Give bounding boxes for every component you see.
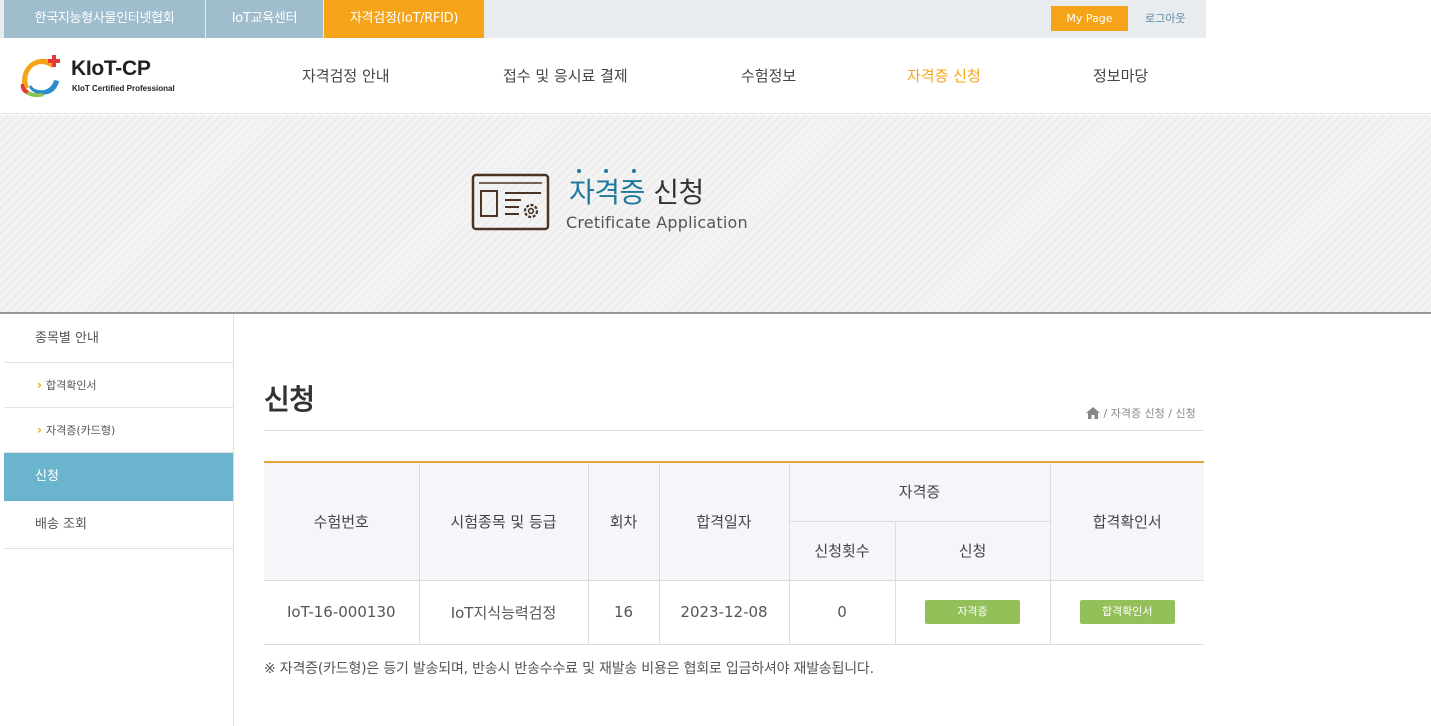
sidebar-item-label: 종목별 안내 <box>35 331 99 346</box>
nav-info-board[interactable]: 정보마당 <box>1093 65 1148 86</box>
table-row: IoT-16-000130 IoT지식능력검정 16 2023-12-08 0 … <box>264 579 1204 645</box>
breadcrumb: / 자격증 신청 / 신청 <box>1086 405 1196 421</box>
logout-link[interactable]: 로그아웃 <box>1145 6 1185 31</box>
top-bar: 한국지능형사물인터넷협회 IoT교육센터 자격검정(IoT/RFID) My P… <box>0 0 1431 38</box>
site-header: IoT KIoT-CP KIoT Certified Professional … <box>0 38 1431 114</box>
header-pass-confirmation: 합격확인서 <box>1049 461 1204 581</box>
hero-title: 자격증 신청 <box>569 171 704 211</box>
hero-title-rest: 신청 <box>653 176 704 209</box>
logo-subtitle: KIoT Certified Professional <box>72 84 175 93</box>
certificate-result-table: 수험번호 시험종목 및 등급 회차 합격일자 자격증 합격확인서 신청횟수 신청… <box>264 461 1204 645</box>
sidebar-item-label: 신청 <box>35 469 59 484</box>
certificate-icon <box>471 173 550 231</box>
sidebar-item-delivery-tracking[interactable]: 배송 조회 <box>4 501 233 549</box>
hero-banner: 자격증 신청 Cretificate Application <box>0 115 1431 314</box>
sidebar-item-label: 합격확인서 <box>45 379 97 392</box>
title-divider <box>264 430 1204 431</box>
cell-pass-date: 2023-12-08 <box>658 579 790 645</box>
sidebar-item-label: 자격증(카드형) <box>45 424 116 437</box>
header-apply-count: 신청횟수 <box>789 520 896 581</box>
sidebar-subitem-card-certificate[interactable]: › 자격증(카드형) <box>4 408 233 453</box>
nav-exam-info[interactable]: 수험정보 <box>741 65 796 86</box>
logo-title: KIoT-CP <box>71 57 151 80</box>
site-tab-education[interactable]: IoT교육센터 <box>206 0 323 38</box>
apply-certificate-button[interactable]: 자격증 <box>925 600 1020 624</box>
header-round: 회차 <box>587 461 660 581</box>
sidebar-subitem-pass-confirmation[interactable]: › 합격확인서 <box>4 363 233 408</box>
sidebar-menu: 종목별 안내 › 합격확인서 › 자격증(카드형) 신청 배송 조회 <box>4 315 234 726</box>
page-title: 신청 <box>264 383 315 416</box>
hero-subtitle: Cretificate Application <box>566 213 748 232</box>
site-tab-certification[interactable]: 자격검정(IoT/RFID) <box>324 0 484 38</box>
header-apply: 신청 <box>894 520 1050 581</box>
svg-text:IoT: IoT <box>28 71 52 88</box>
site-tab-association[interactable]: 한국지능형사물인터넷협회 <box>4 0 205 38</box>
notice-text: ※ 자격증(카드형)은 등기 발송되며, 반송시 반송수수료 및 재발송 비용은… <box>264 661 874 677</box>
cell-subject: IoT지식능력검정 <box>418 579 589 645</box>
header-pass-date: 합격일자 <box>658 461 790 581</box>
header-certificate: 자격증 <box>788 461 1051 522</box>
cell-apply: 자격증 <box>894 579 1051 645</box>
iot-logo-icon: IoT <box>20 55 60 98</box>
cell-exam-number: IoT-16-000130 <box>264 579 420 645</box>
sidebar-item-apply[interactable]: 신청 <box>4 453 233 501</box>
mypage-button[interactable]: My Page <box>1051 6 1128 31</box>
site-logo[interactable]: IoT KIoT-CP KIoT Certified Professional <box>18 54 188 100</box>
chevron-right-icon: › <box>37 423 42 437</box>
home-icon[interactable] <box>1086 407 1100 419</box>
hero-title-accent: 자격증 <box>569 176 645 209</box>
cell-apply-count: 0 <box>788 579 896 645</box>
cell-pass-confirmation: 합격확인서 <box>1049 579 1204 645</box>
header-exam-number: 수험번호 <box>264 461 420 581</box>
cell-round: 16 <box>587 579 660 645</box>
sidebar-item-subject-guide[interactable]: 종목별 안내 <box>4 315 233 363</box>
header-subject-grade: 시험종목 및 등급 <box>418 461 589 581</box>
nav-registration-payment[interactable]: 접수 및 응시료 결제 <box>503 65 628 86</box>
pass-confirmation-button[interactable]: 합격확인서 <box>1079 600 1175 624</box>
nav-certificate-application[interactable]: 자격증 신청 <box>907 65 981 86</box>
sidebar-item-label: 배송 조회 <box>35 517 87 532</box>
nav-exam-guide[interactable]: 자격검정 안내 <box>302 65 390 86</box>
breadcrumb-path: / 자격증 신청 / 신청 <box>1103 407 1196 420</box>
chevron-right-icon: › <box>37 378 42 392</box>
